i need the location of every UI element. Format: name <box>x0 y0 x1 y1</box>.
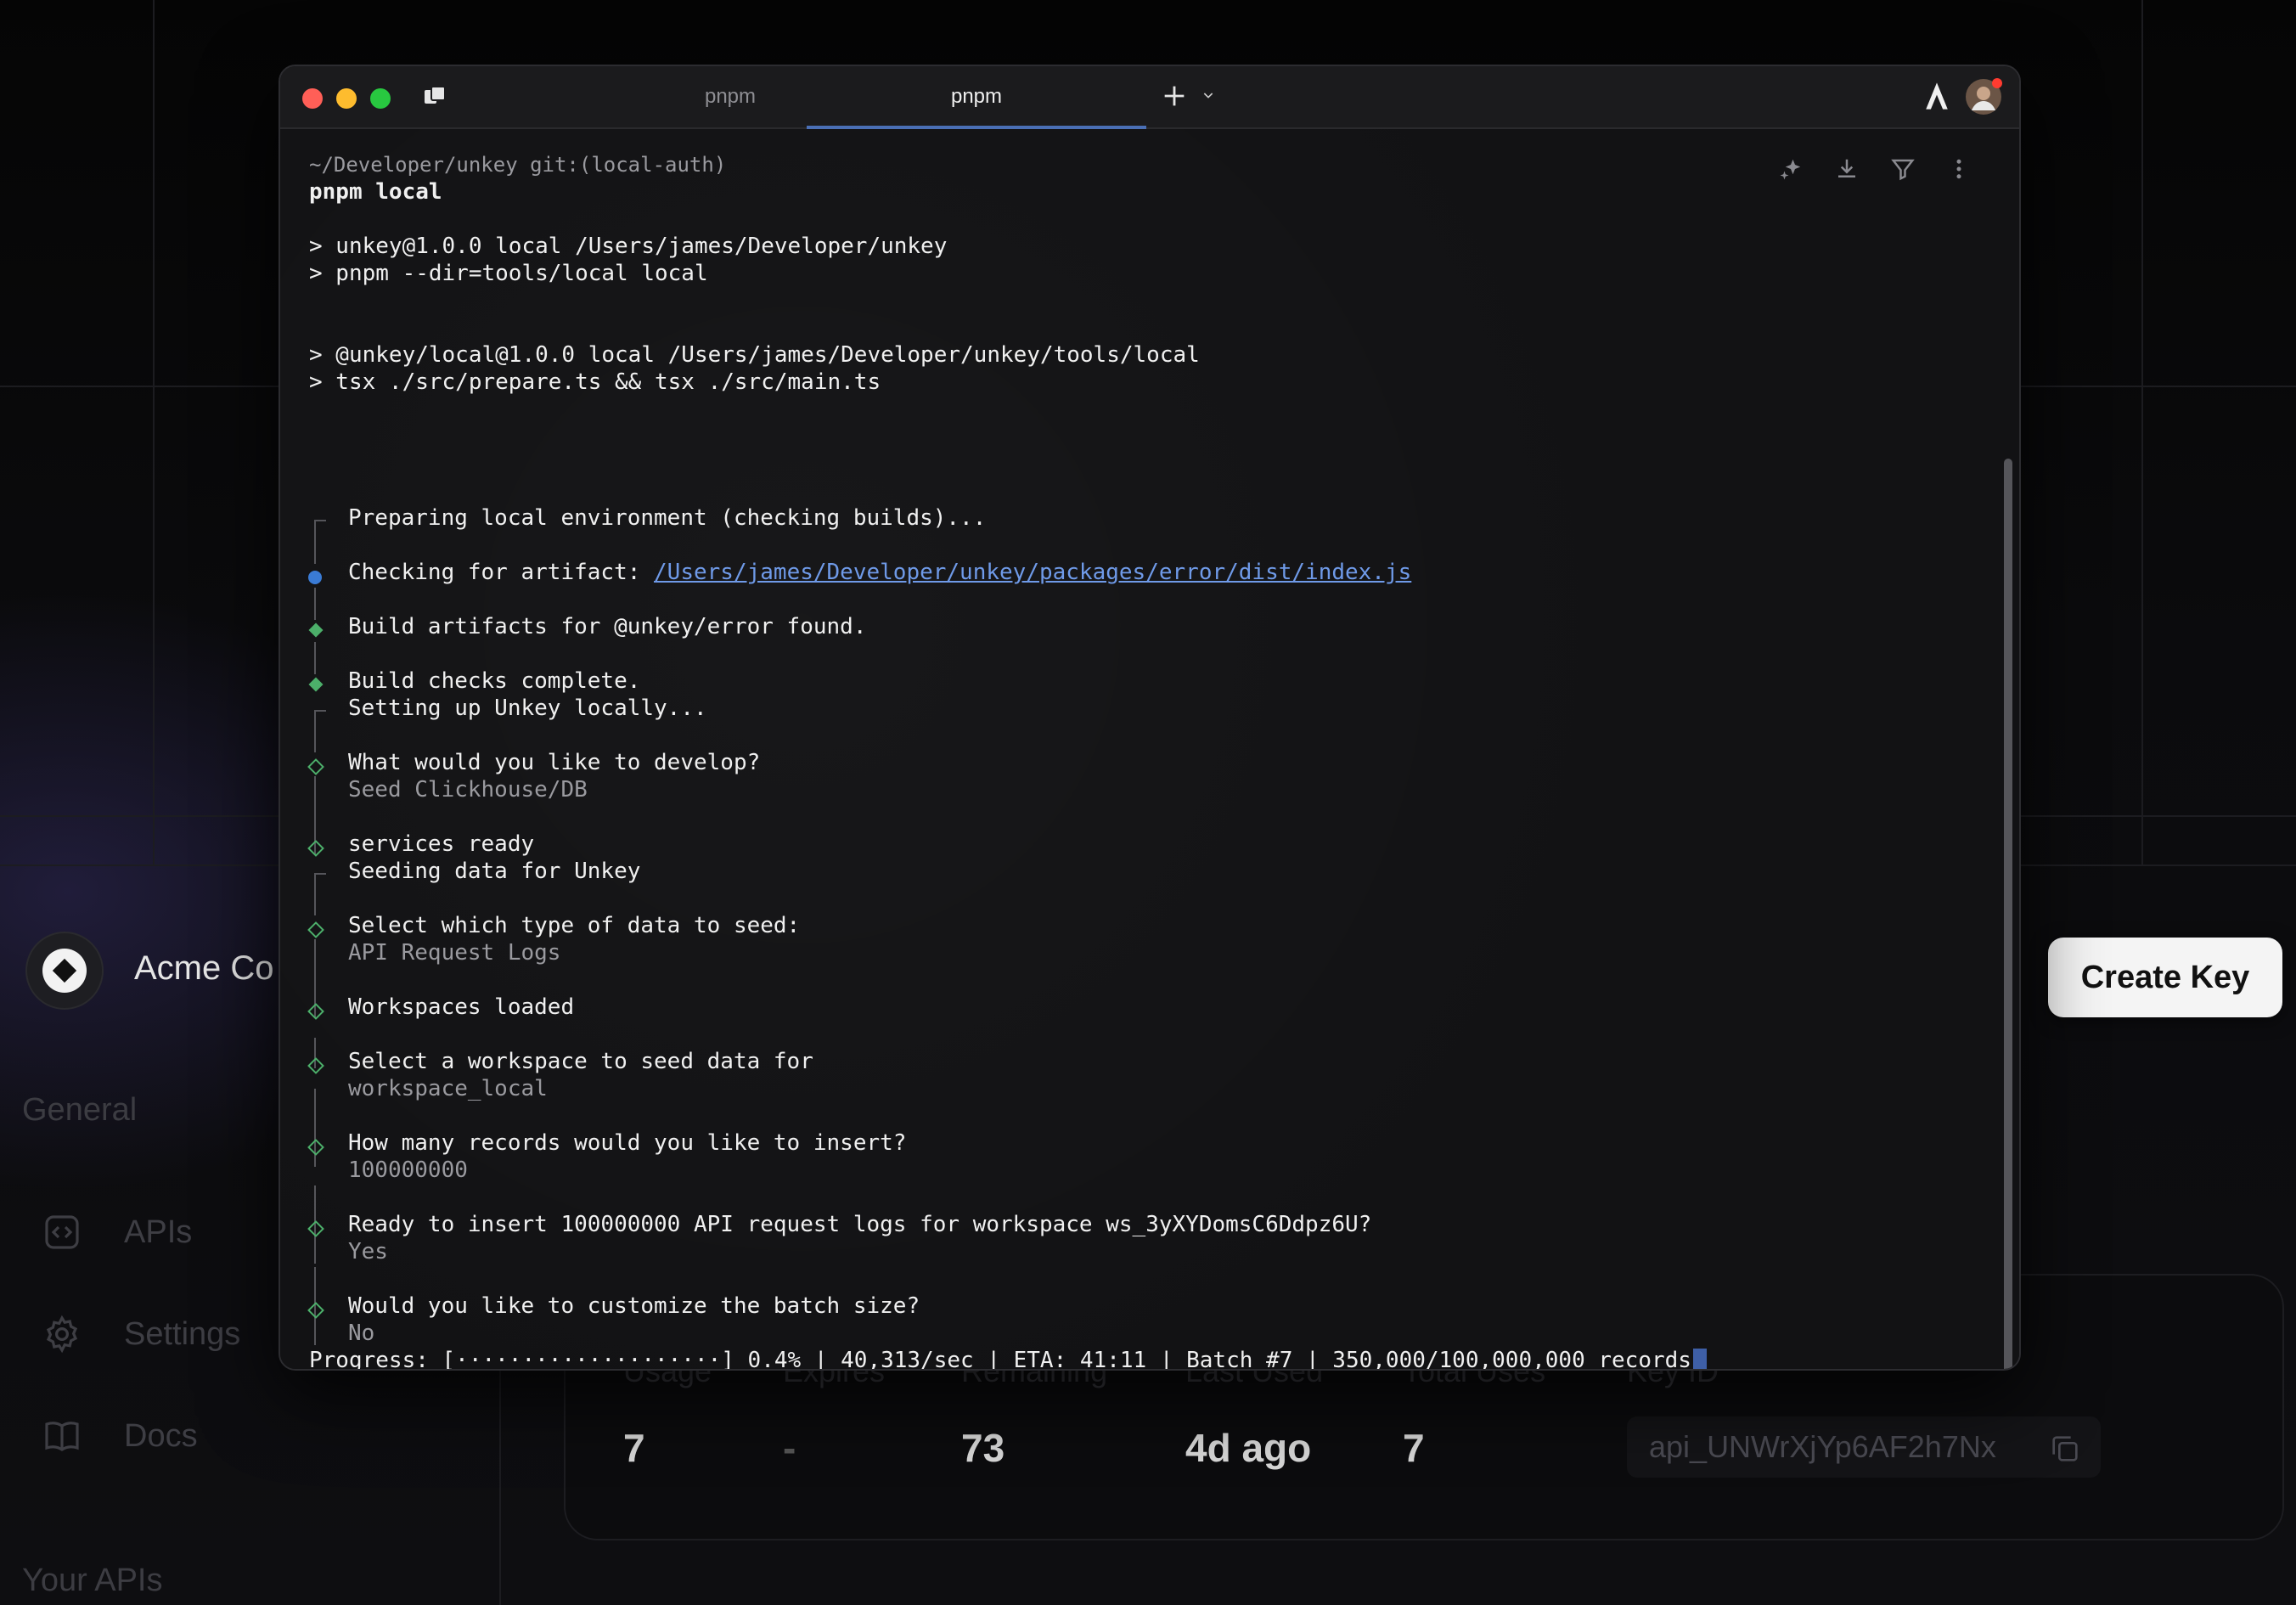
tree-corner <box>314 710 326 722</box>
stat-value-remaining: 73 <box>961 1425 1004 1471</box>
tab-label: pnpm <box>951 85 1002 109</box>
org-name[interactable]: Acme Co <box>134 949 274 988</box>
terminal-window[interactable]: pnpm pnpm ~/Developer/unkey git:(local-a… <box>279 65 2021 1371</box>
sidebar-item-docs[interactable]: Docs <box>41 1415 198 1457</box>
tree-corner <box>314 873 326 885</box>
status-line: Build artifacts for @unkey/error found. <box>348 613 866 640</box>
ai-assistant-icon[interactable] <box>1922 80 1951 116</box>
more-vertical-icon[interactable] <box>1946 156 1972 189</box>
prompt-answer: API Request Logs <box>348 939 560 966</box>
progress-line: Progress: [····················] 0.4% | … <box>309 1347 1707 1371</box>
step-diamond-icon <box>307 840 324 857</box>
prompt-question: How many records would you like to inser… <box>348 1129 906 1157</box>
new-tab-plus-icon[interactable] <box>1160 82 1189 115</box>
stat-value-expires: - <box>783 1425 796 1471</box>
grid-line <box>153 0 155 866</box>
terminal-toolbar <box>1778 156 1972 189</box>
terminal-scrollbar[interactable] <box>2004 459 2012 1371</box>
output-line: > tsx ./src/prepare.ts && tsx ./src/main… <box>309 369 881 396</box>
output-line: > @unkey/local@1.0.0 local /Users/james/… <box>309 341 1200 369</box>
prompt-question: Would you like to customize the batch si… <box>348 1292 920 1320</box>
step-diamond-icon <box>307 758 324 775</box>
artifact-path-link[interactable]: /Users/james/Developer/unkey/packages/er… <box>654 560 1411 585</box>
prompt-answer: No <box>348 1320 374 1347</box>
step-diamond-icon <box>307 1302 324 1319</box>
progress-text: Progress: [····················] 0.4% | … <box>309 1348 1691 1371</box>
status-line: Setting up Unkey locally... <box>348 695 707 722</box>
create-key-button[interactable]: Create Key <box>2048 938 2282 1017</box>
status-line: Seeding data for Unkey <box>348 858 640 885</box>
status-line: Build checks complete. <box>348 667 640 695</box>
chevron-down-icon[interactable] <box>1201 88 1216 106</box>
prompt-question: Select a workspace to seed data for <box>348 1048 813 1075</box>
success-diamond-icon <box>309 623 324 638</box>
status-line: Workspaces loaded <box>348 994 574 1021</box>
stat-value-last-used: 4d ago <box>1185 1425 1311 1471</box>
status-line: Preparing local environment (checking bu… <box>348 504 986 532</box>
key-id-value: api_UNWrXjYp6AF2h7Nx <box>1649 1429 1996 1465</box>
grid-line <box>2141 0 2143 866</box>
output-line: > unkey@1.0.0 local /Users/james/Develop… <box>309 233 947 260</box>
close-window-button[interactable] <box>302 88 323 109</box>
org-logo <box>42 949 87 993</box>
step-diamond-icon <box>307 1057 324 1074</box>
prompt-question: Select which type of data to seed: <box>348 912 800 939</box>
tree-gutter <box>314 881 316 915</box>
gear-icon <box>41 1313 83 1355</box>
section-label-your-apis: Your APIs <box>22 1563 163 1599</box>
prompt-answer: Yes <box>348 1238 388 1265</box>
stat-value-total-uses: 7 <box>1403 1425 1425 1471</box>
prompt-answer: workspace_local <box>348 1075 548 1102</box>
sparkle-icon[interactable] <box>1778 156 1804 189</box>
prompt-question: What would you like to develop? <box>348 749 760 776</box>
tree-gutter <box>314 588 316 620</box>
step-diamond-icon <box>307 1139 324 1156</box>
tree-gutter <box>314 642 316 674</box>
filter-icon[interactable] <box>1890 156 1916 189</box>
copy-icon[interactable] <box>2048 1432 2082 1466</box>
zoom-window-button[interactable] <box>370 88 391 109</box>
step-diamond-icon <box>307 1220 324 1237</box>
step-diamond-icon <box>307 1003 324 1020</box>
tree-gutter <box>314 718 316 752</box>
terminal-titlebar[interactable]: pnpm pnpm <box>280 66 2019 129</box>
info-dot-icon <box>308 571 322 584</box>
prompt-question: Ready to insert 100000000 API request lo… <box>348 1211 1371 1238</box>
tab-pnpm-2[interactable]: pnpm <box>807 66 1146 127</box>
command-line: pnpm local <box>309 178 442 206</box>
prompt-answer: Seed Clickhouse/DB <box>348 776 588 803</box>
download-icon[interactable] <box>1834 156 1860 189</box>
status-line: Checking for artifact: /Users/james/Deve… <box>348 559 1411 586</box>
key-id-field[interactable]: api_UNWrXjYp6AF2h7Nx <box>1627 1416 2101 1478</box>
org-avatar[interactable] <box>25 932 104 1010</box>
sidebar-item-label: Settings <box>124 1316 240 1353</box>
sidebar-toggle-icon[interactable] <box>423 85 448 111</box>
status-label: Checking for artifact: <box>348 560 654 585</box>
book-icon <box>41 1415 83 1457</box>
prompt-path: ~/Developer/unkey git:(local-auth) <box>309 151 726 178</box>
sidebar-item-settings[interactable]: Settings <box>41 1313 240 1355</box>
prompt-answer: 100000000 <box>348 1157 468 1184</box>
tab-label: pnpm <box>705 85 756 109</box>
stat-value-usage: 7 <box>623 1425 645 1471</box>
sidebar-item-label: APIs <box>124 1214 192 1251</box>
tree-gutter <box>314 528 316 564</box>
sidebar-item-label: Docs <box>124 1418 198 1455</box>
tree-corner <box>314 520 326 532</box>
status-line: services ready <box>348 831 534 858</box>
terminal-output[interactable]: ~/Developer/unkey git:(local-auth) pnpm … <box>280 129 2019 1369</box>
step-diamond-icon <box>307 921 324 938</box>
sidebar-item-apis[interactable]: APIs <box>41 1211 192 1253</box>
avatar[interactable] <box>1965 78 2002 120</box>
code-brackets-icon <box>41 1211 83 1253</box>
minimize-window-button[interactable] <box>336 88 357 109</box>
section-label-general: General <box>22 1092 137 1129</box>
terminal-cursor <box>1693 1349 1707 1371</box>
success-diamond-icon <box>309 678 324 692</box>
output-line: > pnpm --dir=tools/local local <box>309 260 708 287</box>
